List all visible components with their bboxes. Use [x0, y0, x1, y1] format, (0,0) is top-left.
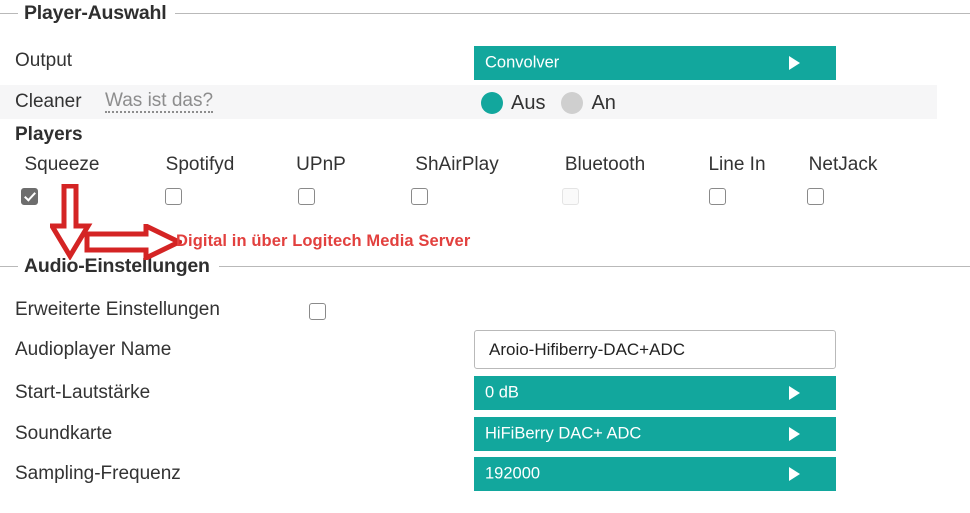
cleaner-radio-aus[interactable]: Aus: [481, 92, 545, 115]
label-soundkarte: Soundkarte: [15, 423, 112, 445]
caret-right-icon: [789, 56, 800, 70]
audioplayer-name-value: Aroio-Hifiberry-DAC+ADC: [489, 340, 685, 360]
player-checkbox-upnp[interactable]: [298, 188, 315, 205]
output-select[interactable]: Convolver: [474, 46, 836, 80]
soundkarte-select[interactable]: HiFiBerry DAC+ ADC: [474, 417, 836, 451]
caret-right-icon: [789, 386, 800, 400]
player-checkbox-spotifyd[interactable]: [165, 188, 182, 205]
player-checkbox-shairplay[interactable]: [411, 188, 428, 205]
caret-right-icon: [789, 427, 800, 441]
sampling-frequenz-select[interactable]: 192000: [474, 457, 836, 491]
caret-right-icon: [789, 467, 800, 481]
label-output: Output: [15, 50, 72, 72]
label-audioplayer-name: Audioplayer Name: [15, 339, 171, 361]
player-checkbox-linein[interactable]: [709, 188, 726, 205]
label-erweiterte-einstellungen: Erweiterte Einstellungen: [15, 299, 220, 321]
players-heading: Players: [15, 124, 83, 146]
annotation-note: Digital in über Logitech Media Server: [176, 232, 470, 251]
legend-label-audio-einstellungen: Audio-Einstellungen: [18, 253, 219, 279]
player-label-linein: Line In: [708, 154, 765, 176]
output-select-value: Convolver: [485, 54, 559, 73]
player-checkbox-squeeze[interactable]: [21, 188, 38, 205]
player-label-shairplay: ShAirPlay: [415, 154, 498, 176]
legend-audio-einstellungen: Audio-Einstellungen: [0, 253, 970, 279]
start-lautstaerke-select[interactable]: 0 dB: [474, 376, 836, 410]
legend-label-player-auswahl: Player-Auswahl: [18, 0, 175, 26]
cleaner-radio-group: Aus An: [481, 90, 632, 116]
player-label-upnp: UPnP: [296, 154, 346, 176]
sampling-frequenz-value: 192000: [485, 465, 540, 484]
player-checkbox-netjack[interactable]: [807, 188, 824, 205]
fieldset-audio-einstellungen: Audio-Einstellungen: [0, 253, 970, 279]
player-checkbox-bluetooth[interactable]: [562, 188, 579, 205]
player-label-squeeze: Squeeze: [24, 154, 99, 176]
label-start-lautstaerke: Start-Lautstärke: [15, 382, 150, 404]
cleaner-radio-an[interactable]: An: [561, 92, 615, 115]
legend-player-auswahl: Player-Auswahl: [0, 0, 970, 26]
cleaner-help-link[interactable]: Was ist das?: [105, 91, 213, 113]
player-label-bluetooth: Bluetooth: [565, 154, 645, 176]
player-label-netjack: NetJack: [809, 154, 878, 176]
erweiterte-einstellungen-checkbox[interactable]: [309, 303, 326, 320]
soundkarte-value: HiFiBerry DAC+ ADC: [485, 425, 641, 444]
arrow-down-outline-icon: [50, 184, 94, 260]
label-sampling-frequenz: Sampling-Frequenz: [15, 463, 181, 485]
audioplayer-name-input[interactable]: Aroio-Hifiberry-DAC+ADC: [474, 330, 836, 369]
fieldset-player-auswahl: Player-Auswahl: [0, 0, 970, 26]
row-erweiterte-einstellungen: Erweiterte Einstellungen: [0, 296, 970, 330]
cleaner-radio-an-label: An: [591, 92, 615, 115]
radio-dot-unselected-icon: [561, 92, 583, 114]
start-lautstaerke-value: 0 dB: [485, 384, 519, 403]
label-cleaner: Cleaner: [15, 91, 82, 113]
cleaner-radio-aus-label: Aus: [511, 92, 545, 115]
player-label-spotifyd: Spotifyd: [166, 154, 235, 176]
settings-page: Player-Auswahl Output Convolver Cleaner …: [0, 0, 970, 513]
radio-dot-selected-icon: [481, 92, 503, 114]
